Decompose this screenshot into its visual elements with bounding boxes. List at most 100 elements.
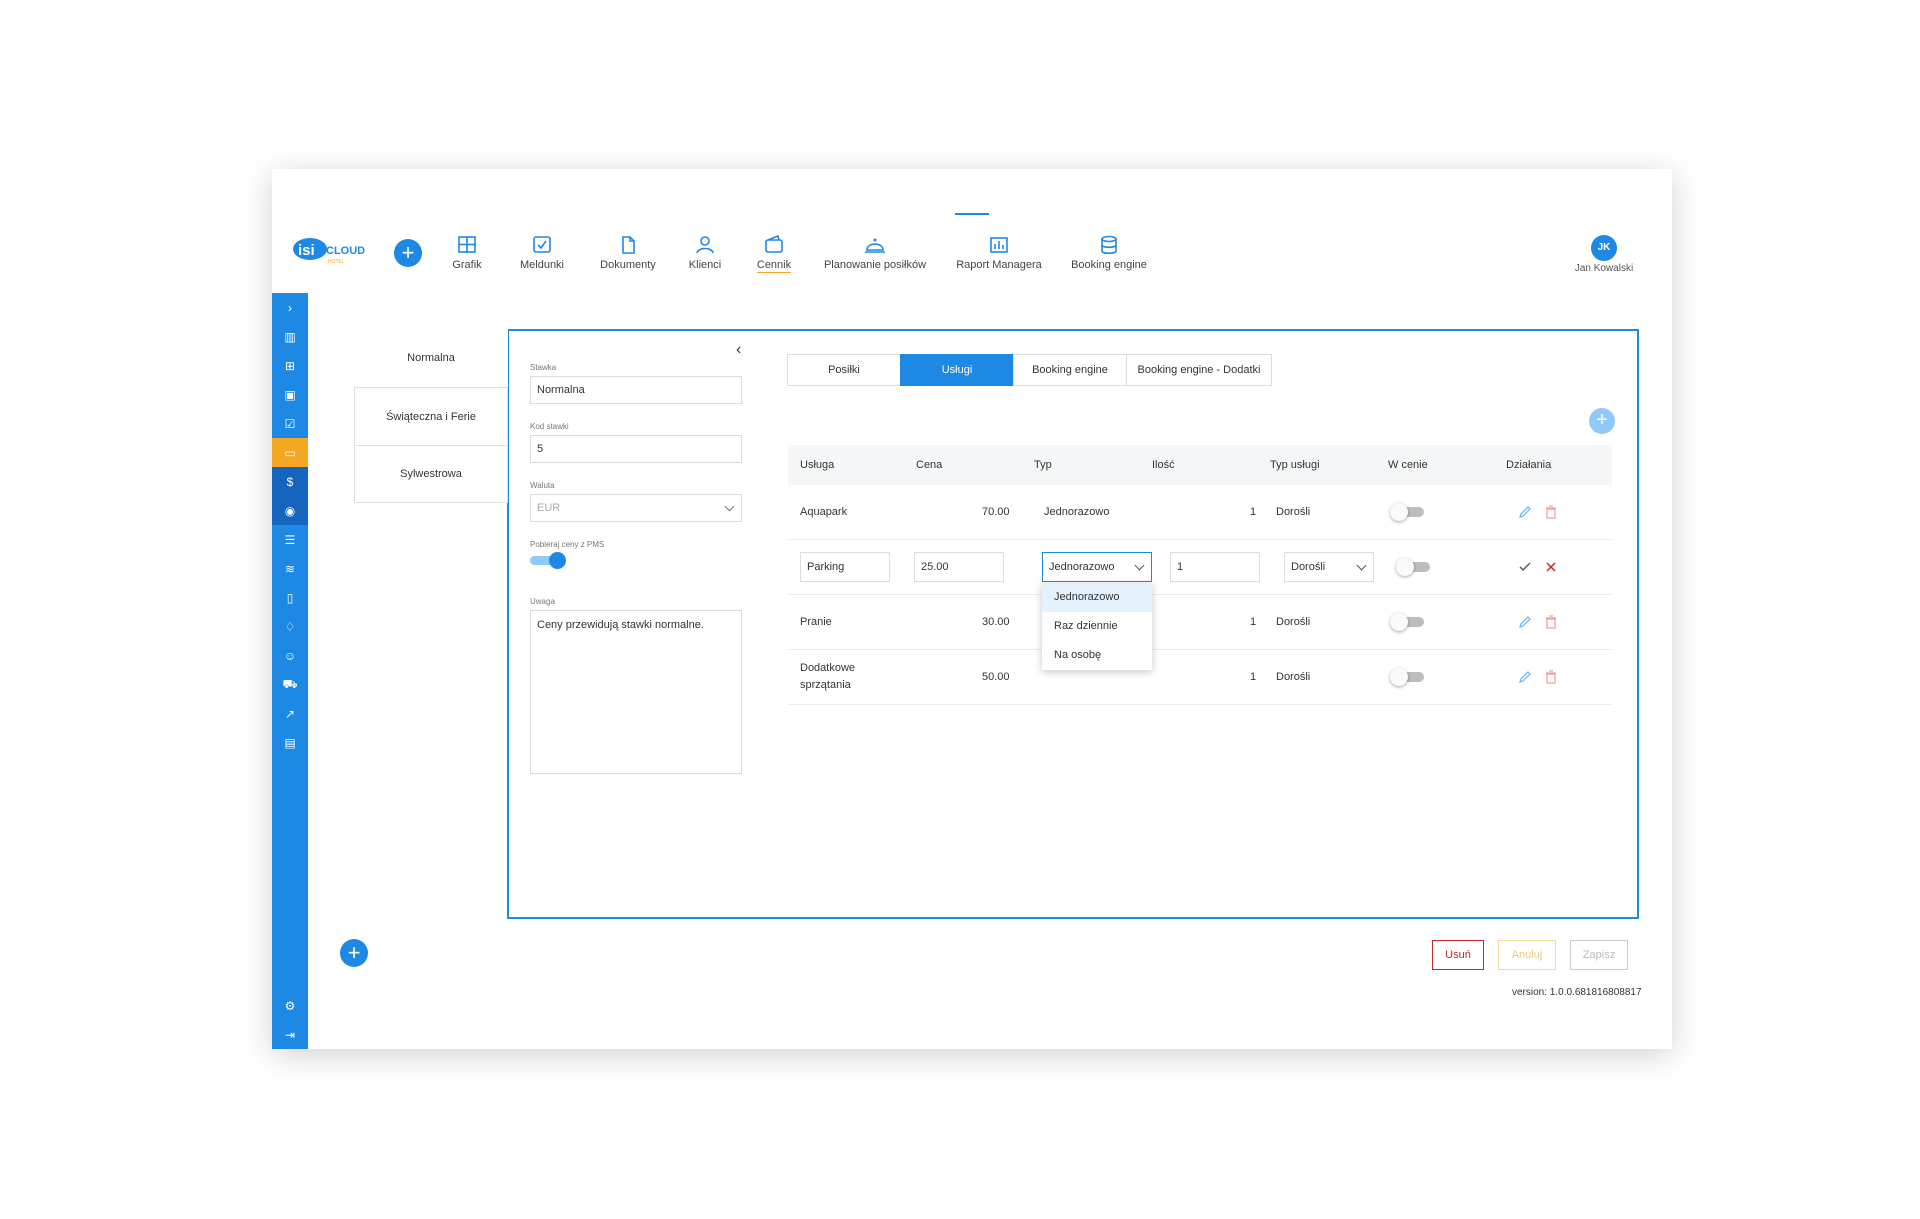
rate-tab-sylwestrowa[interactable]: Sylwestrowa	[354, 445, 508, 503]
top-bar: isi CLOUD HOTEL + Grafik Meldunki Dokume…	[272, 169, 1672, 297]
service-type-select[interactable]: Jednorazowo	[1042, 552, 1152, 582]
header-typ: Typ	[1034, 459, 1052, 471]
table-header: Usługa Cena Typ Ilość Typ usługi W cenie…	[788, 445, 1612, 485]
sidebar-calculator-icon[interactable]: ▤	[272, 728, 308, 757]
nav-cennik[interactable]: Cennik	[746, 235, 802, 273]
report-icon	[990, 237, 1008, 253]
service-price-input[interactable]: 25.00	[914, 552, 1004, 582]
rates-list: Normalna Świąteczna i Ferie Sylwestrowa	[354, 329, 508, 503]
waluta-label: Waluta	[530, 481, 555, 490]
dropdown-option-jednorazowo[interactable]: Jednorazowo	[1042, 583, 1152, 612]
kod-stawki-input[interactable]: 5	[530, 435, 742, 463]
delete-button[interactable]: Usuń	[1432, 940, 1484, 970]
service-type-group: Dorośli	[1276, 506, 1311, 518]
included-toggle[interactable]	[1390, 668, 1426, 686]
nav-label: Planowanie posiłków	[823, 259, 927, 271]
uwaga-label: Uwaga	[530, 597, 555, 606]
nav-label: Cennik	[756, 259, 792, 273]
dropdown-option-raz-dziennie[interactable]: Raz dziennie	[1042, 612, 1152, 641]
sidebar-expand-icon[interactable]: ›	[272, 293, 308, 322]
close-icon[interactable]	[1544, 560, 1558, 574]
service-qty: 1	[1250, 671, 1257, 683]
sidebar-person-icon[interactable]: ☺	[272, 641, 308, 670]
tab-booking-engine-dodatki[interactable]: Booking engine - Dodatki	[1126, 354, 1272, 386]
service-price: 30.00	[982, 616, 1010, 628]
edit-icon[interactable]	[1518, 615, 1532, 629]
nav-grafik[interactable]: Grafik	[437, 235, 497, 271]
sidebar-logout-icon[interactable]: ⇥	[272, 1020, 308, 1049]
sidebar-database-icon[interactable]: ≋	[272, 554, 308, 583]
cancel-button[interactable]: Anuluj	[1498, 940, 1556, 970]
table-row: Aquapark 70.00 Jednorazowo 1 Dorośli	[788, 485, 1612, 540]
sidebar-grid-icon[interactable]: ⊞	[272, 351, 308, 380]
nav-raport-managera[interactable]: Raport Managera	[952, 235, 1046, 271]
dropdown-option-na-osobe[interactable]: Na osobę	[1042, 641, 1152, 670]
sidebar-bell-icon[interactable]: ♢	[272, 612, 308, 641]
nav-label: Booking engine	[1071, 259, 1147, 271]
service-type-group-value: Dorośli	[1291, 561, 1326, 573]
service-qty-input[interactable]: 1	[1170, 552, 1260, 582]
sidebar-calendar-icon[interactable]: ▣	[272, 380, 308, 409]
nav-meldunki[interactable]: Meldunki	[512, 235, 572, 271]
rate-tab-swiateczna[interactable]: Świąteczna i Ferie	[354, 387, 508, 445]
service-name-input[interactable]: Parking	[800, 552, 890, 582]
sidebar-cash-icon[interactable]: ◉	[272, 496, 308, 525]
sidebar-line-chart-icon[interactable]: ↗	[272, 699, 308, 728]
service-price: 50.00	[982, 671, 1010, 683]
add-service-button[interactable]: +	[1589, 408, 1615, 434]
sidebar-wallet-icon[interactable]: ▭	[272, 438, 308, 467]
trash-icon[interactable]	[1544, 670, 1558, 684]
nav-planowanie-posilkow[interactable]: Planowanie posiłków	[820, 235, 930, 271]
checkbox-icon	[533, 236, 551, 253]
pms-toggle[interactable]	[530, 552, 566, 569]
sidebar-list-icon[interactable]: ☰	[272, 525, 308, 554]
service-type-group-select[interactable]: Dorośli	[1284, 552, 1374, 582]
header-ilosc: Ilość	[1152, 459, 1175, 471]
check-icon[interactable]	[1518, 560, 1532, 574]
trash-icon[interactable]	[1544, 615, 1558, 629]
waluta-select[interactable]: EUR	[530, 494, 742, 522]
chevron-down-icon	[724, 501, 735, 512]
tab-booking-engine[interactable]: Booking engine	[1013, 354, 1127, 386]
table-row-editing: Parking 25.00 Jednorazowo 1 Dorośli Jedn…	[788, 540, 1612, 670]
included-toggle[interactable]	[1390, 503, 1426, 521]
included-toggle[interactable]	[1396, 558, 1432, 576]
sidebar-checkbox-icon[interactable]: ☑	[272, 409, 308, 438]
sidebar-dollar-icon[interactable]: $	[272, 467, 308, 496]
service-name: Aquapark	[800, 506, 848, 518]
user-name: Jan Kowalski	[1574, 263, 1634, 274]
document-icon	[622, 236, 635, 254]
service-type-group: Dorośli	[1276, 616, 1311, 628]
service-name: Pranie	[800, 616, 832, 628]
collapse-arrow-icon[interactable]: ‹	[736, 341, 741, 359]
service-type-value: Jednorazowo	[1049, 561, 1115, 573]
wallet-icon	[765, 235, 783, 253]
sidebar-settings-icon[interactable]: ⚙	[272, 991, 308, 1020]
app-logo[interactable]: isi CLOUD HOTEL	[290, 235, 370, 267]
edit-icon[interactable]	[1518, 670, 1532, 684]
included-toggle[interactable]	[1390, 613, 1426, 631]
chevron-down-icon	[1356, 560, 1367, 571]
edit-icon[interactable]	[1518, 505, 1532, 519]
nav-booking-engine[interactable]: Booking engine	[1064, 235, 1154, 271]
pms-label: Pobieraj ceny z PMS	[530, 540, 605, 549]
tab-posilki[interactable]: Posiłki	[787, 354, 901, 386]
stawka-input[interactable]: Normalna	[530, 376, 742, 404]
services-table: Usługa Cena Typ Ilość Typ usługi W cenie…	[788, 445, 1612, 705]
add-button-top[interactable]: +	[394, 239, 422, 267]
save-button[interactable]: Zapisz	[1570, 940, 1628, 970]
add-rate-button[interactable]: +	[340, 939, 368, 967]
sidebar-cart-icon[interactable]: ⛟	[272, 670, 308, 699]
trash-icon[interactable]	[1544, 505, 1558, 519]
nav-klienci[interactable]: Klienci	[677, 235, 733, 271]
user-menu[interactable]: JK Jan Kowalski	[1568, 235, 1640, 274]
service-qty: 1	[1250, 616, 1257, 628]
rate-tab-normalna[interactable]: Normalna	[354, 329, 508, 387]
chevron-down-icon	[1134, 560, 1145, 571]
tab-uslugi[interactable]: Usługi	[900, 354, 1014, 386]
nav-dokumenty[interactable]: Dokumenty	[590, 235, 666, 271]
service-price: 70.00	[982, 506, 1010, 518]
sidebar-bar-chart-icon[interactable]: ▥	[272, 322, 308, 351]
sidebar-document-icon[interactable]: ▯	[272, 583, 308, 612]
uwaga-textarea[interactable]: Ceny przewidują stawki normalne.	[530, 610, 742, 774]
